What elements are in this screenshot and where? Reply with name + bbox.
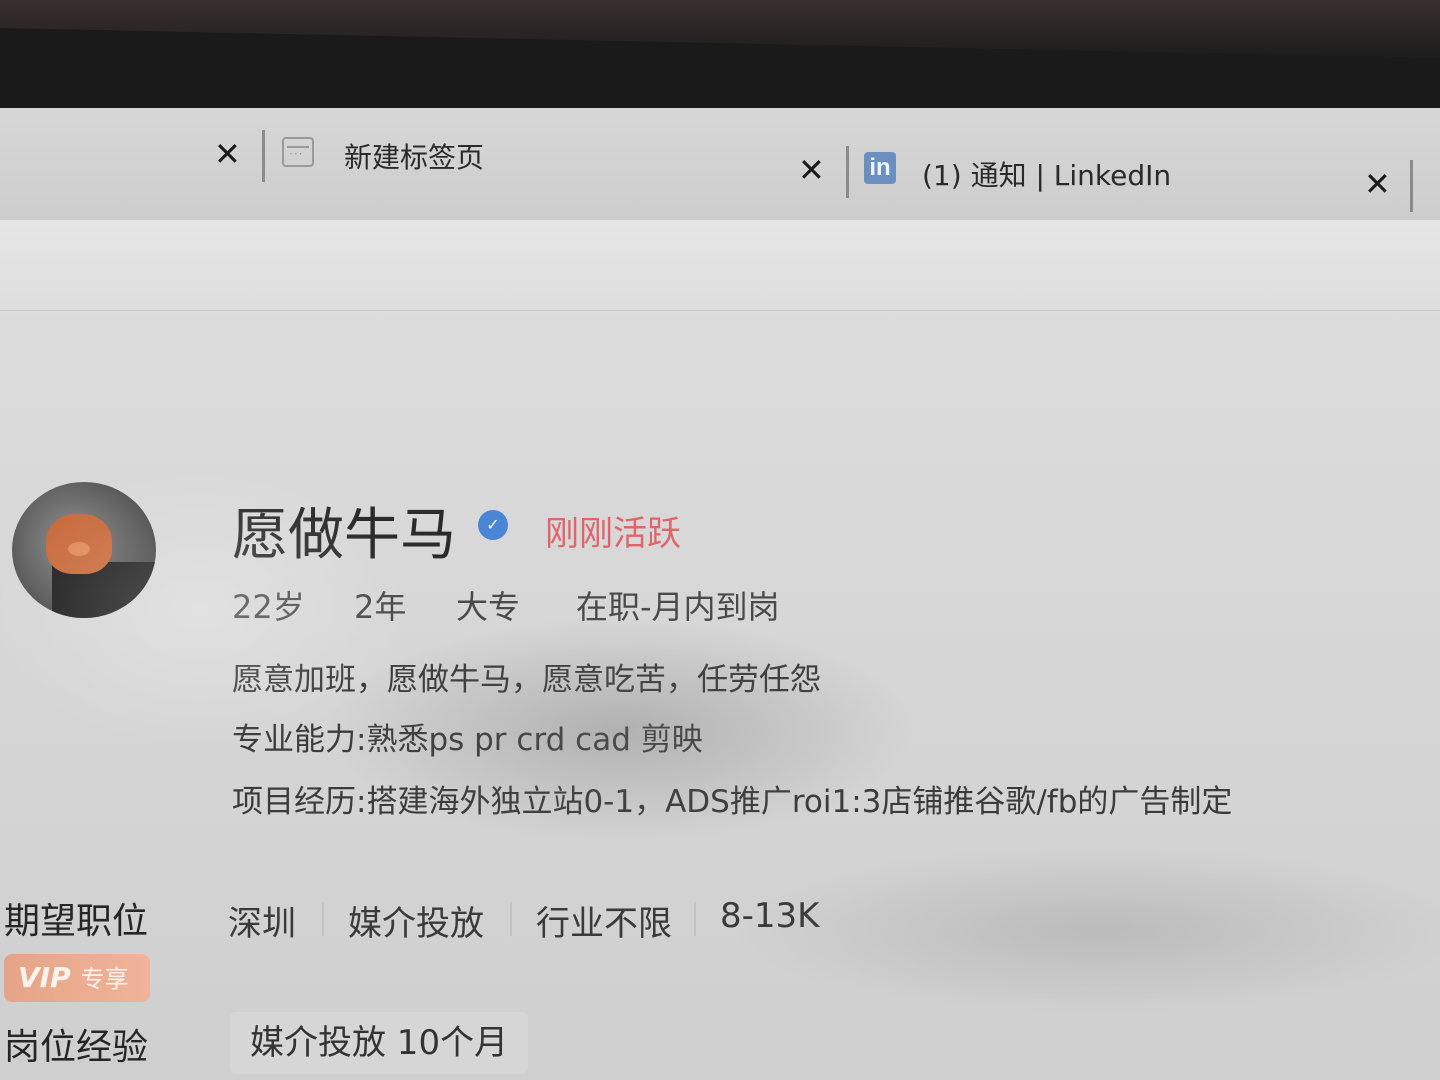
profile-name: 愿做牛马 — [232, 503, 456, 568]
tab-close-icon[interactable]: ✕ — [214, 138, 241, 170]
expectation-label: 期望职位 — [4, 901, 149, 942]
active-status: 刚刚活跃 — [545, 514, 681, 554]
tab-close-icon[interactable]: ✕ — [1364, 168, 1391, 200]
tab-separator — [846, 146, 849, 198]
expectation-city: 深圳 — [228, 904, 296, 944]
meta-age: 22岁 — [232, 588, 305, 626]
meta-education: 大专 — [456, 588, 521, 626]
divider — [510, 902, 512, 936]
verified-icon: ✓ — [478, 510, 508, 540]
expectation-industry: 行业不限 — [536, 904, 672, 944]
position-experience-chip[interactable]: 媒介投放 10个月 — [230, 1012, 529, 1074]
description-line: 愿意加班，愿做牛马，愿意吃苦，任劳任怨 — [232, 662, 821, 698]
meta-experience: 2年 — [354, 588, 407, 626]
divider — [322, 902, 324, 936]
meta-job-status: 在职-月内到岗 — [576, 588, 780, 626]
tab-separator — [262, 130, 265, 182]
linkedin-icon: in — [864, 152, 896, 184]
tab-new-tab-title[interactable]: 新建标签页 — [344, 136, 484, 176]
expectation-position: 媒介投放 — [348, 904, 484, 944]
expectation-salary: 8-13K — [720, 896, 820, 936]
description-line: 项目经历:搭建海外独立站0-1，ADS推广roi1:3店铺推谷歌/fb的广告制定 — [232, 784, 1233, 820]
tab-separator — [1410, 160, 1413, 212]
browser-toolbar — [0, 220, 1440, 311]
vip-exclusive-text: 专享 — [80, 965, 129, 993]
vip-exclusive-badge[interactable]: VIP 专享 — [4, 954, 150, 1002]
tab-close-icon[interactable]: ✕ — [798, 154, 825, 186]
position-experience-label: 岗位经验 — [4, 1027, 149, 1068]
avatar[interactable] — [12, 482, 156, 618]
vip-text: VIP — [18, 961, 71, 994]
divider — [694, 902, 696, 936]
tab-linkedin-title[interactable]: (1) 通知 | LinkedIn — [922, 154, 1171, 194]
new-tab-icon — [282, 137, 314, 167]
avatar-character — [46, 514, 112, 574]
description-line: 专业能力:熟悉ps pr crd cad 剪映 — [232, 722, 703, 758]
